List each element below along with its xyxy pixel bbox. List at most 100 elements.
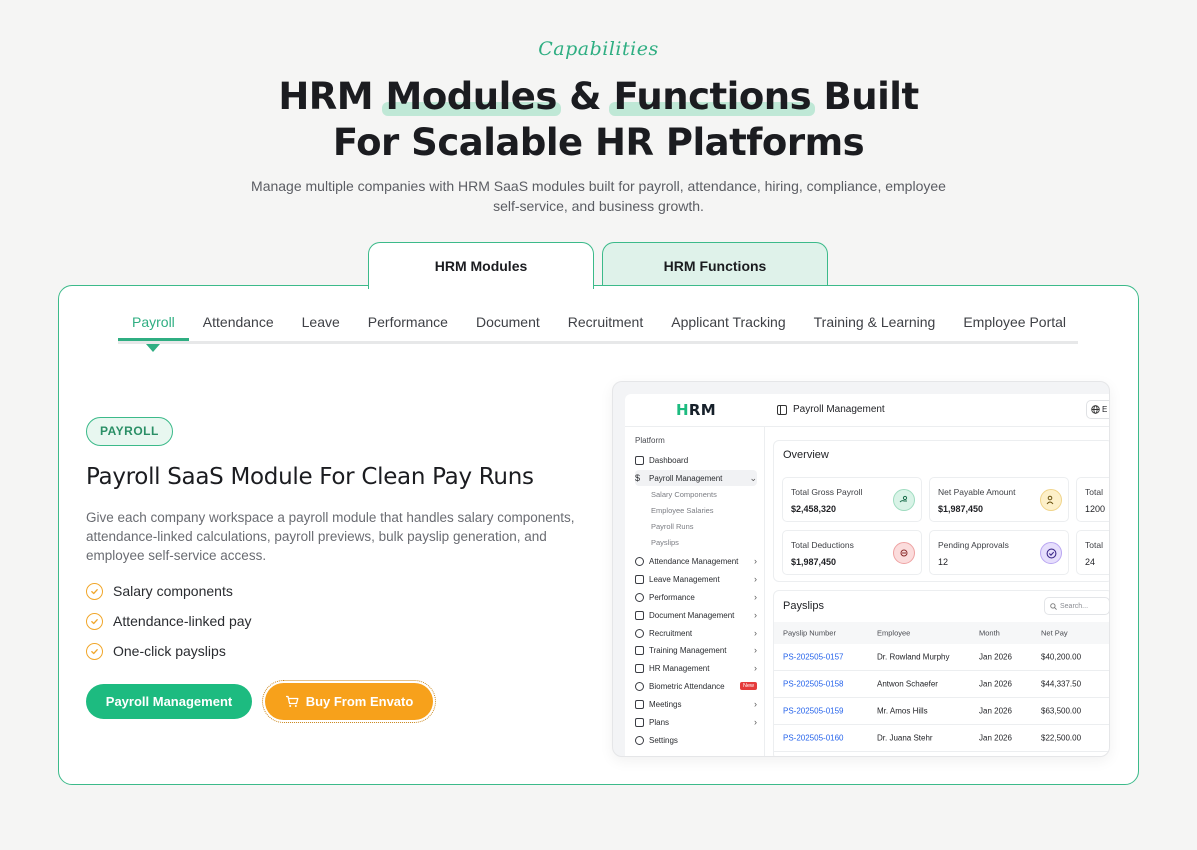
- table-row[interactable]: PS-202505-0157 Dr. Rowland Murphy Jan 20…: [774, 644, 1109, 671]
- sidebar-item-label: Document Management: [649, 610, 735, 620]
- chevron-right-icon: ›: [754, 645, 757, 655]
- net-pay: $44,337.50: [1041, 679, 1082, 689]
- payslip-link[interactable]: PS-202505-0157: [783, 653, 844, 662]
- app-page-title: Payroll Management: [777, 404, 885, 415]
- sidebar-item-payroll[interactable]: $ Payroll Management ⌄: [635, 470, 757, 486]
- sidebar-item-label: Attendance Management: [649, 556, 739, 566]
- sidebar-toggle-icon: [777, 404, 787, 415]
- subtab-applicant-tracking[interactable]: Applicant Tracking: [657, 314, 799, 341]
- page-subtitle: Manage multiple companies with HRM SaaS …: [251, 178, 946, 214]
- subtab-attendance[interactable]: Attendance: [189, 314, 288, 341]
- feature-list: Salary components Attendance-linked pay …: [86, 576, 252, 666]
- stat-label: Total: [1085, 487, 1103, 497]
- sidebar-item-recruitment[interactable]: Recruitment ›: [635, 625, 757, 641]
- sidebar-heading: Platform: [635, 436, 665, 445]
- language-selector[interactable]: E: [1086, 400, 1109, 419]
- feature-label: Salary components: [113, 583, 233, 599]
- user-cog-icon: [635, 663, 644, 673]
- stat-card-net: Net Payable Amount $1,987,450: [929, 477, 1069, 522]
- employee-name: Mr. Amos Hills: [877, 706, 928, 716]
- stat-label: Total Deductions: [791, 540, 854, 550]
- training-icon: [635, 645, 644, 655]
- payslip-link[interactable]: PS-202505-0158: [783, 680, 844, 689]
- sidebar-item-performance[interactable]: Performance ›: [635, 589, 757, 605]
- month: Jan 2026: [979, 733, 1012, 743]
- cart-icon: [285, 695, 299, 707]
- subtab-document[interactable]: Document: [462, 314, 554, 341]
- payslip-link[interactable]: PS-202505-0160: [783, 734, 844, 743]
- app-preview: HRM Payroll Management E Platform Dashbo…: [612, 381, 1110, 757]
- table-row[interactable]: PS-202505-0158 Antwon Schaefer Jan 2026 …: [774, 671, 1109, 698]
- table-row[interactable]: PS-202505-0160 Dr. Juana Stehr Jan 2026 …: [774, 725, 1109, 752]
- tab-hrm-modules[interactable]: HRM Modules: [368, 242, 594, 289]
- subtab-leave[interactable]: Leave: [288, 314, 354, 341]
- chevron-right-icon: ›: [754, 574, 757, 584]
- stat-label: Total Gross Payroll: [791, 487, 863, 497]
- sidebar-item-documents[interactable]: Document Management ›: [635, 607, 757, 623]
- eyebrow-label: Capabilities: [538, 38, 659, 60]
- sidebar-item-leave[interactable]: Leave Management ›: [635, 571, 757, 587]
- payroll-management-button[interactable]: Payroll Management: [86, 684, 252, 719]
- check-circle-icon: [86, 582, 103, 600]
- sidebar-item-label: Recruitment: [649, 628, 693, 638]
- stat-label: Net Payable Amount: [938, 487, 1016, 497]
- sidebar-item-label: Training Management: [649, 645, 727, 655]
- subtab-performance[interactable]: Performance: [354, 314, 462, 341]
- sidebar-item-attendance[interactable]: Attendance Management ›: [635, 553, 757, 569]
- plans-icon: [635, 717, 644, 727]
- payslip-link[interactable]: PS-202505-0159: [783, 707, 844, 716]
- net-pay: $40,200.00: [1041, 652, 1082, 662]
- list-item: Attendance-linked pay: [86, 606, 252, 636]
- payslip-search-input[interactable]: Search...: [1044, 597, 1109, 615]
- buy-from-envato-button[interactable]: Buy From Envato: [262, 680, 436, 723]
- stat-card-total-2: Total 24: [1076, 530, 1109, 575]
- table-row[interactable]: PS-202505-0159 Mr. Amos Hills Jan 2026 $…: [774, 698, 1109, 725]
- sidebar-subitem-salary-components[interactable]: Salary Components: [651, 490, 717, 499]
- search-icon: [1050, 602, 1057, 610]
- stat-card-total-1: Total 1200: [1076, 477, 1109, 522]
- sidebar-subitem-employee-salaries[interactable]: Employee Salaries: [651, 506, 714, 515]
- meeting-icon: [635, 699, 644, 709]
- money-hand-icon: [893, 489, 915, 511]
- sidebar-item-hr[interactable]: HR Management ›: [635, 660, 757, 676]
- app-title-text: Payroll Management: [793, 404, 885, 415]
- sidebar-subitem-payroll-runs[interactable]: Payroll Runs: [651, 522, 694, 531]
- chevron-right-icon: ›: [754, 592, 757, 602]
- stat-label: Total: [1085, 540, 1103, 550]
- stat-label: Pending Approvals: [938, 540, 1009, 550]
- language-label: E: [1102, 405, 1108, 414]
- app-window: HRM Payroll Management E Platform Dashbo…: [625, 394, 1109, 756]
- sidebar-item-label: Settings: [649, 735, 678, 745]
- sidebar-item-label: Meetings: [649, 699, 682, 709]
- sidebar-item-biometric[interactable]: Biometric Attendance New: [635, 678, 757, 694]
- sidebar-item-dashboard[interactable]: Dashboard: [635, 452, 757, 468]
- subtab-training-learning[interactable]: Training & Learning: [800, 314, 950, 341]
- sidebar-item-meetings[interactable]: Meetings ›: [635, 696, 757, 712]
- subtab-recruitment[interactable]: Recruitment: [554, 314, 657, 341]
- stat-card-gross: Total Gross Payroll $2,458,320: [782, 477, 922, 522]
- subtab-payroll[interactable]: Payroll: [118, 314, 189, 352]
- subtab-employee-portal[interactable]: Employee Portal: [949, 314, 1080, 341]
- feature-label: Attendance-linked pay: [113, 613, 252, 629]
- employee-name: Antwon Schaefer: [877, 679, 938, 689]
- fingerprint-icon: [635, 681, 644, 691]
- grid-icon: [635, 455, 644, 465]
- tab-hrm-functions[interactable]: HRM Functions: [602, 242, 828, 288]
- table-header: Payslip Number Employee Month Net Pay: [774, 622, 1109, 644]
- stat-value: $2,458,320: [791, 504, 837, 514]
- net-pay: $63,500.00: [1041, 706, 1082, 716]
- gauge-icon: [635, 592, 644, 602]
- calendar-icon: [635, 574, 644, 584]
- stat-value: $1,987,450: [791, 557, 837, 567]
- buy-button-label: Buy From Envato: [305, 694, 414, 709]
- logo-text: RM: [688, 401, 716, 419]
- sidebar-item-plans[interactable]: Plans ›: [635, 714, 757, 730]
- folder-icon: [635, 610, 644, 620]
- module-title: Payroll SaaS Module For Clean Pay Runs: [86, 464, 534, 490]
- sidebar-item-label: Leave Management: [649, 574, 720, 584]
- sidebar-item-settings[interactable]: Settings: [635, 732, 757, 748]
- sidebar-item-training[interactable]: Training Management ›: [635, 642, 757, 658]
- chevron-right-icon: ›: [754, 610, 757, 620]
- sidebar-subitem-payslips[interactable]: Payslips: [651, 538, 679, 547]
- users-icon: [635, 628, 644, 638]
